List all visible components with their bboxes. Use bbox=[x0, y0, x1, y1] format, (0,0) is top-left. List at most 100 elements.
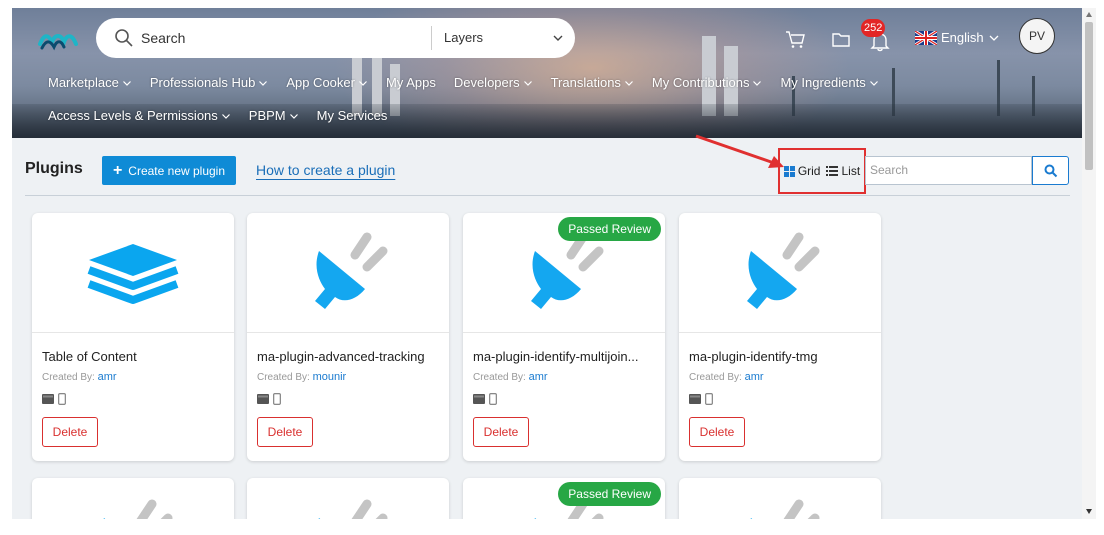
created-by-label: Created By: bbox=[257, 372, 310, 383]
plugin-card[interactable] bbox=[679, 478, 881, 519]
language-selector[interactable]: English bbox=[915, 30, 1000, 45]
desktop-icon bbox=[473, 394, 485, 404]
nav-item-my-ingredients[interactable]: My Ingredients bbox=[780, 75, 878, 90]
scroll-up-icon[interactable] bbox=[1085, 11, 1093, 19]
cart-icon[interactable] bbox=[784, 28, 806, 50]
list-view-button[interactable]: List bbox=[841, 164, 860, 178]
notification-badge: 252 bbox=[861, 19, 886, 37]
chevron-down-icon bbox=[869, 80, 878, 86]
delete-button[interactable]: Delete bbox=[473, 417, 529, 447]
plugin-name[interactable]: Table of Content bbox=[42, 349, 227, 364]
chevron-down-icon bbox=[523, 80, 532, 86]
app-window: Search Layers 252 English PV Marketplace… bbox=[12, 8, 1082, 519]
plugin-thumbnail[interactable] bbox=[679, 213, 881, 333]
chevron-down-icon bbox=[289, 113, 298, 119]
layers-icon bbox=[87, 243, 179, 304]
chevron-down-icon bbox=[624, 80, 633, 86]
delete-button[interactable]: Delete bbox=[42, 417, 98, 447]
chevron-down-icon bbox=[122, 80, 131, 86]
passed-review-badge: Passed Review bbox=[558, 482, 661, 506]
nav-item-my-apps[interactable]: My Apps bbox=[386, 75, 436, 90]
plug-icon bbox=[318, 499, 388, 519]
nav-item-pbpm[interactable]: PBPM bbox=[249, 108, 299, 123]
plugin-thumbnail[interactable] bbox=[32, 213, 234, 333]
created-by-label: Created By: bbox=[42, 372, 95, 383]
nav-item-app-cooker[interactable]: App Cooker bbox=[286, 75, 368, 90]
nav-item-label: Developers bbox=[453, 75, 520, 90]
how-to-create-plugin-link[interactable]: How to create a plugin bbox=[256, 162, 395, 178]
list-icon[interactable] bbox=[826, 166, 839, 176]
nav-item-my-contributions[interactable]: My Contributions bbox=[652, 75, 763, 90]
chevron-down-icon bbox=[753, 80, 762, 86]
nav-item-label: Professionals Hub bbox=[149, 75, 256, 90]
device-support bbox=[42, 393, 66, 405]
grid-view-button[interactable]: Grid bbox=[798, 164, 821, 178]
nav-item-my-services[interactable]: My Services bbox=[317, 108, 388, 123]
plugin-card[interactable] bbox=[247, 478, 449, 519]
page-scrollbar[interactable] bbox=[1082, 8, 1096, 519]
search-icon bbox=[1044, 164, 1057, 177]
toolbar-divider bbox=[25, 195, 1070, 196]
plugin-card[interactable]: Passed Review ma-plugin-identify-multijoi… bbox=[463, 213, 665, 461]
nav-item-translations[interactable]: Translations bbox=[551, 75, 634, 90]
nav-item-access-levels-permissions[interactable]: Access Levels & Permissions bbox=[48, 108, 231, 123]
plugin-name[interactable]: ma-plugin-advanced-tracking bbox=[257, 349, 442, 364]
header-banner: Search Layers 252 English PV Marketplace… bbox=[12, 8, 1082, 138]
plugin-search-input[interactable]: Search bbox=[865, 156, 1032, 185]
global-search-bar[interactable]: Search Layers bbox=[96, 18, 575, 58]
plugin-card[interactable]: Passed Review bbox=[463, 478, 665, 519]
plugin-card[interactable]: ma-plugin-identify-tmg Created By: amr Del… bbox=[679, 213, 881, 461]
plug-icon bbox=[747, 232, 820, 309]
page-title: Plugins bbox=[25, 160, 83, 177]
plug-icon bbox=[531, 232, 604, 309]
nav-item-label: PBPM bbox=[248, 108, 286, 123]
mobile-icon bbox=[58, 393, 66, 405]
delete-button[interactable]: Delete bbox=[689, 417, 745, 447]
user-avatar[interactable]: PV bbox=[1019, 18, 1055, 54]
nav-item-label: My Apps bbox=[385, 75, 436, 90]
device-support bbox=[473, 393, 497, 405]
plugin-card[interactable]: ma-plugin-advanced-tracking Created By: m… bbox=[247, 213, 449, 461]
create-plugin-button[interactable]: + Create new plugin bbox=[102, 156, 236, 185]
author-link[interactable]: mounir bbox=[313, 371, 347, 383]
global-search-input[interactable]: Search bbox=[141, 30, 185, 46]
created-by-label: Created By: bbox=[473, 372, 526, 383]
plugin-card[interactable] bbox=[32, 478, 234, 519]
nav-item-developers[interactable]: Developers bbox=[454, 75, 533, 90]
scrollbar-thumb[interactable] bbox=[1085, 22, 1093, 170]
layers-select[interactable]: Layers bbox=[444, 30, 483, 45]
chevron-down-icon bbox=[989, 35, 999, 41]
chevron-down-icon[interactable] bbox=[552, 32, 564, 44]
plugin-search-button[interactable] bbox=[1032, 156, 1069, 185]
author-link[interactable]: amr bbox=[529, 371, 548, 383]
plugin-thumbnail[interactable] bbox=[247, 213, 449, 333]
nav-item-label: Marketplace bbox=[48, 75, 119, 90]
plugin-name[interactable]: ma-plugin-identify-multijoin... bbox=[473, 349, 658, 364]
plugin-card[interactable]: Table of Content Created By: amr Delete bbox=[32, 213, 234, 461]
nav-item-label: My Contributions bbox=[651, 75, 750, 90]
plug-icon bbox=[103, 499, 173, 519]
view-toggle: Grid List bbox=[778, 148, 866, 194]
brand-logo-icon[interactable] bbox=[38, 28, 78, 52]
mobile-icon bbox=[273, 393, 281, 405]
folder-icon[interactable] bbox=[830, 28, 852, 50]
author-link[interactable]: amr bbox=[745, 371, 764, 383]
nav-item-label: App Cooker bbox=[286, 75, 355, 90]
plugins-page: Plugins + Create new plugin How to creat… bbox=[12, 138, 1082, 519]
device-support bbox=[689, 393, 713, 405]
plugin-name[interactable]: ma-plugin-identify-tmg bbox=[689, 349, 874, 364]
nav-item-marketplace[interactable]: Marketplace bbox=[48, 75, 132, 90]
author-link[interactable]: amr bbox=[98, 371, 117, 383]
created-by-label: Created By: bbox=[689, 372, 742, 383]
scroll-down-icon[interactable] bbox=[1085, 507, 1093, 515]
nav-item-professionals-hub[interactable]: Professionals Hub bbox=[150, 75, 269, 90]
desktop-icon bbox=[689, 394, 701, 404]
created-by: Created By: mounir bbox=[257, 371, 346, 383]
delete-button[interactable]: Delete bbox=[257, 417, 313, 447]
desktop-icon bbox=[257, 394, 269, 404]
search-icon bbox=[115, 29, 133, 47]
annotation-arrow-icon bbox=[695, 134, 784, 168]
chevron-down-icon bbox=[259, 80, 268, 86]
passed-review-badge: Passed Review bbox=[558, 217, 661, 241]
nav-item-label: Access Levels & Permissions bbox=[48, 108, 218, 123]
